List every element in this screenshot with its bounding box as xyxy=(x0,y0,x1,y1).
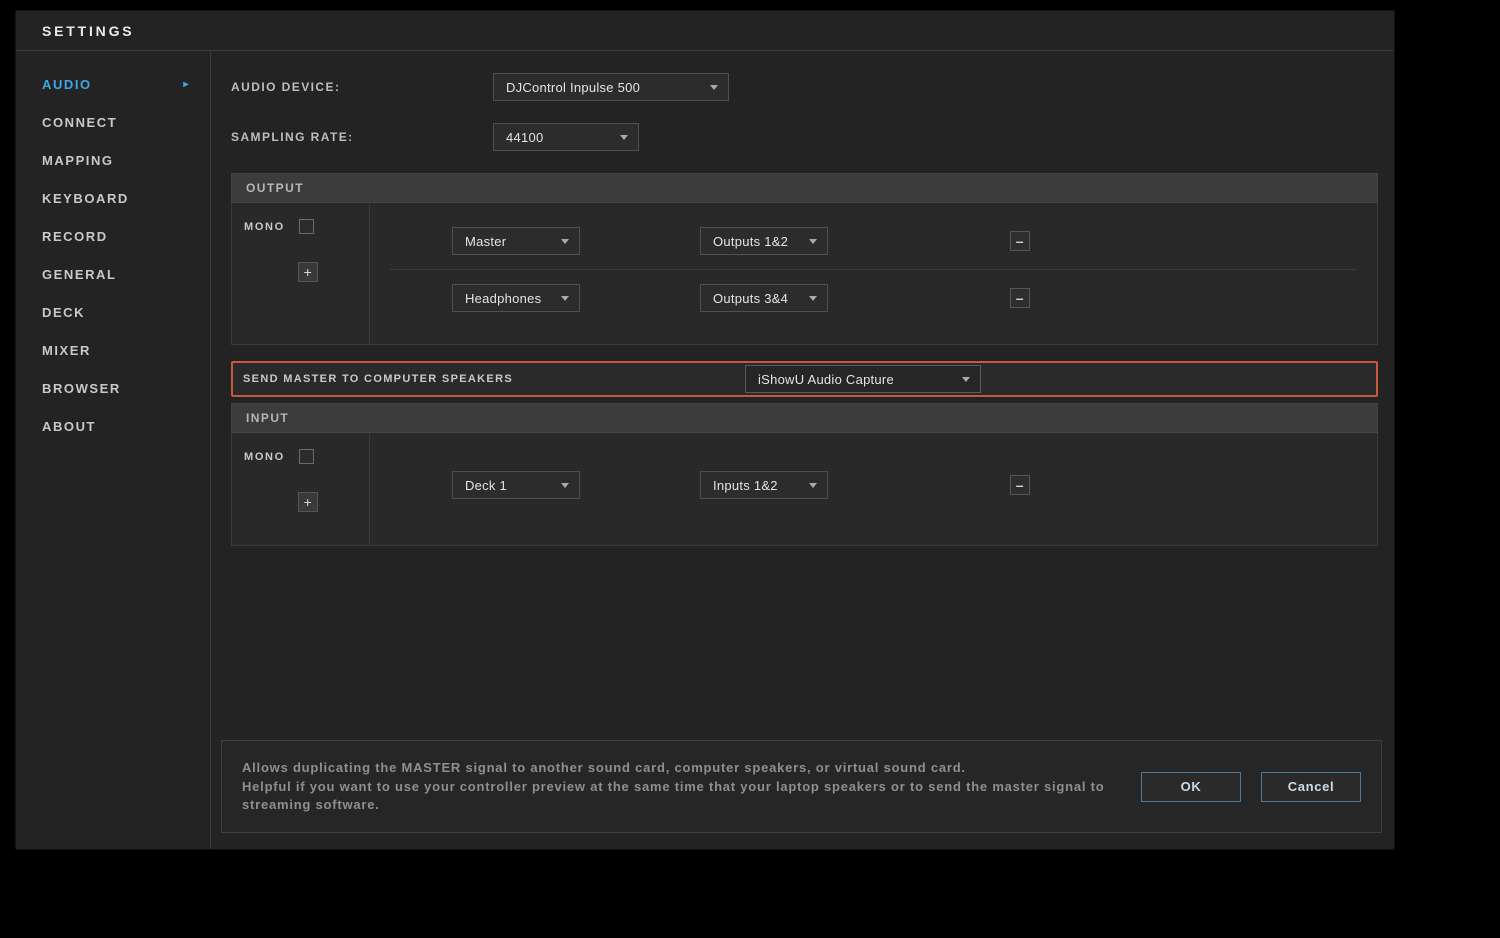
dropdown-icon xyxy=(710,85,718,90)
dropdown-icon xyxy=(561,483,569,488)
sidebar-item-mapping[interactable]: MAPPING xyxy=(16,141,210,179)
ok-button[interactable]: OK xyxy=(1141,772,1241,802)
add-input-button[interactable]: + xyxy=(298,492,318,512)
sampling-rate-label: SAMPLING RATE: xyxy=(231,130,493,144)
remove-output-button[interactable]: – xyxy=(1010,231,1030,251)
add-output-button[interactable]: + xyxy=(298,262,318,282)
input-body: MONO + Deck 1 xyxy=(231,433,1378,546)
mono-label: MONO xyxy=(244,221,285,233)
mono-label: MONO xyxy=(244,451,285,463)
output-row-headphones: Headphones Outputs 3&4 xyxy=(390,270,1357,326)
input-mono-row: MONO xyxy=(244,449,369,464)
output-target-select[interactable]: Outputs 3&4 xyxy=(700,284,828,312)
sidebar-item-label: ABOUT xyxy=(42,419,96,434)
input-source-select[interactable]: Deck 1 xyxy=(452,471,580,499)
select-value: Headphones xyxy=(465,291,541,306)
settings-window: SETTINGS AUDIO ▸ CONNECT MAPPING KEYBOAR… xyxy=(15,10,1395,850)
dropdown-icon xyxy=(809,296,817,301)
select-value: Deck 1 xyxy=(465,478,507,493)
send-master-select[interactable]: iShowU Audio Capture xyxy=(745,365,981,393)
help-line-2: Helpful if you want to use your controll… xyxy=(242,779,1105,812)
sampling-rate-select[interactable]: 44100 xyxy=(493,123,639,151)
sidebar-item-label: KEYBOARD xyxy=(42,191,129,206)
button-label: OK xyxy=(1181,779,1202,794)
select-value: Master xyxy=(465,234,506,249)
input-row-deck1: Deck 1 Inputs 1&2 xyxy=(390,443,1357,527)
sidebar-item-record[interactable]: RECORD xyxy=(16,217,210,255)
send-master-label: SEND MASTER TO COMPUTER SPEAKERS xyxy=(243,373,745,385)
sidebar-item-label: AUDIO xyxy=(42,77,92,92)
cancel-button[interactable]: Cancel xyxy=(1261,772,1361,802)
input-mono-checkbox[interactable] xyxy=(299,449,314,464)
select-value: Outputs 3&4 xyxy=(713,291,788,306)
output-body: MONO + Master xyxy=(231,203,1378,345)
plus-icon: + xyxy=(304,265,313,279)
sidebar-item-label: BROWSER xyxy=(42,381,121,396)
help-line-1: Allows duplicating the MASTER signal to … xyxy=(242,760,966,775)
output-source-select[interactable]: Headphones xyxy=(452,284,580,312)
output-row-master: Master Outputs 1&2 xyxy=(390,213,1357,270)
sidebar-item-audio[interactable]: AUDIO ▸ xyxy=(16,65,210,103)
minus-icon: – xyxy=(1016,290,1024,306)
select-value: Outputs 1&2 xyxy=(713,234,788,249)
output-source-select[interactable]: Master xyxy=(452,227,580,255)
dropdown-icon xyxy=(620,135,628,140)
input-target-select[interactable]: Inputs 1&2 xyxy=(700,471,828,499)
audio-device-label: AUDIO DEVICE: xyxy=(231,80,493,94)
select-value: DJControl Inpulse 500 xyxy=(506,80,640,95)
button-label: Cancel xyxy=(1288,779,1335,794)
audio-device-select[interactable]: DJControl Inpulse 500 xyxy=(493,73,729,101)
window-body: AUDIO ▸ CONNECT MAPPING KEYBOARD RECORD … xyxy=(16,51,1394,849)
select-value: Inputs 1&2 xyxy=(713,478,778,493)
minus-icon: – xyxy=(1016,233,1024,249)
dropdown-icon xyxy=(561,239,569,244)
output-rows: Master Outputs 1&2 xyxy=(370,203,1377,344)
input-rows: Deck 1 Inputs 1&2 xyxy=(370,433,1377,545)
input-section: INPUT MONO + xyxy=(231,403,1378,546)
output-target-select[interactable]: Outputs 1&2 xyxy=(700,227,828,255)
remove-input-button[interactable]: – xyxy=(1010,475,1030,495)
output-section: OUTPUT MONO + xyxy=(231,173,1378,345)
dropdown-icon xyxy=(809,483,817,488)
sidebar-item-label: CONNECT xyxy=(42,115,117,130)
sidebar-item-mixer[interactable]: MIXER xyxy=(16,331,210,369)
sidebar-item-browser[interactable]: BROWSER xyxy=(16,369,210,407)
select-value: 44100 xyxy=(506,130,543,145)
footer: Allows duplicating the MASTER signal to … xyxy=(221,740,1382,833)
minus-icon: – xyxy=(1016,477,1024,493)
plus-icon: + xyxy=(304,495,313,509)
output-mono-row: MONO xyxy=(244,219,369,234)
dropdown-icon xyxy=(809,239,817,244)
send-master-row: SEND MASTER TO COMPUTER SPEAKERS iShowU … xyxy=(231,361,1378,397)
row-sampling-rate: SAMPLING RATE: 44100 xyxy=(231,123,1378,151)
footer-help-text: Allows duplicating the MASTER signal to … xyxy=(242,759,1121,814)
sidebar-item-keyboard[interactable]: KEYBOARD xyxy=(16,179,210,217)
sidebar-item-label: MIXER xyxy=(42,343,91,358)
select-value: iShowU Audio Capture xyxy=(758,372,894,387)
sidebar-item-connect[interactable]: CONNECT xyxy=(16,103,210,141)
output-header: OUTPUT xyxy=(231,173,1378,203)
sidebar-item-label: RECORD xyxy=(42,229,108,244)
dropdown-icon xyxy=(561,296,569,301)
output-mono-checkbox[interactable] xyxy=(299,219,314,234)
chevron-right-icon: ▸ xyxy=(183,79,190,90)
row-audio-device: AUDIO DEVICE: DJControl Inpulse 500 xyxy=(231,73,1378,101)
input-header: INPUT xyxy=(231,403,1378,433)
remove-output-button[interactable]: – xyxy=(1010,288,1030,308)
sidebar-item-general[interactable]: GENERAL xyxy=(16,255,210,293)
sidebar-item-label: GENERAL xyxy=(42,267,116,282)
window-title: SETTINGS xyxy=(42,23,134,39)
dropdown-icon xyxy=(962,377,970,382)
sidebar-item-about[interactable]: ABOUT xyxy=(16,407,210,445)
output-left-panel: MONO + xyxy=(232,203,370,344)
input-left-panel: MONO + xyxy=(232,433,370,545)
content-pane: AUDIO DEVICE: DJControl Inpulse 500 SAMP… xyxy=(211,51,1394,849)
sidebar: AUDIO ▸ CONNECT MAPPING KEYBOARD RECORD … xyxy=(16,51,211,849)
sidebar-item-label: DECK xyxy=(42,305,85,320)
sidebar-item-deck[interactable]: DECK xyxy=(16,293,210,331)
sidebar-item-label: MAPPING xyxy=(42,153,114,168)
titlebar: SETTINGS xyxy=(16,11,1394,51)
